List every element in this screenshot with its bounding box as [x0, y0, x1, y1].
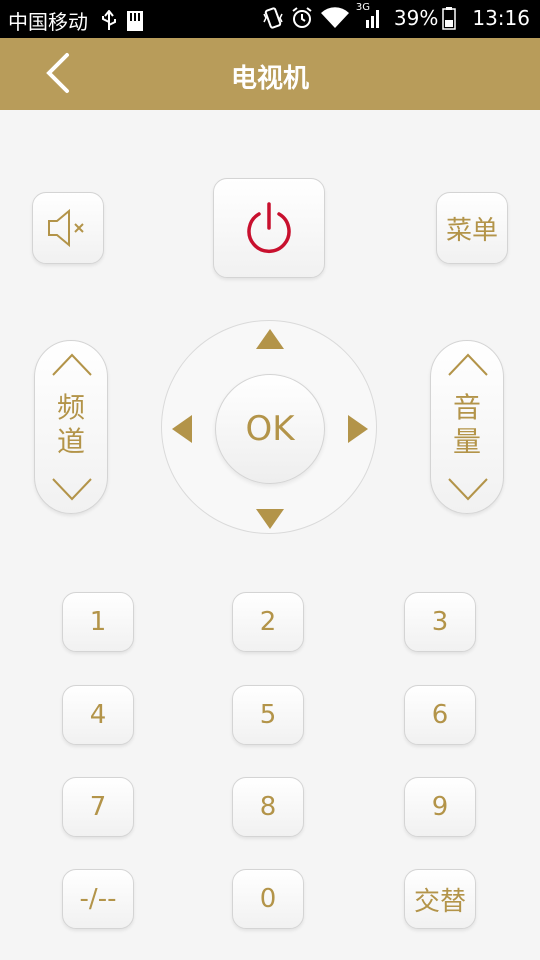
power-button[interactable]: [213, 178, 325, 278]
status-bar: 中国移动 3G 39% 13:16: [0, 0, 540, 38]
signal-icon: 3G: [356, 2, 382, 30]
key-4-button[interactable]: 4: [62, 685, 134, 745]
vibrate-icon: [262, 6, 284, 30]
chevron-down-icon: [52, 478, 92, 501]
chevron-up-icon: [52, 353, 92, 376]
left-button[interactable]: [170, 413, 194, 449]
ok-button[interactable]: OK: [215, 374, 325, 484]
battery-icon: [442, 6, 457, 30]
key-5-button[interactable]: 5: [232, 685, 304, 745]
triangle-left-icon: [172, 415, 192, 443]
channel-down-button[interactable]: [51, 477, 93, 507]
right-button[interactable]: [346, 413, 370, 449]
carrier-name: 中国移动: [8, 10, 88, 34]
volume-up-button[interactable]: [447, 351, 489, 381]
key-1-button[interactable]: 1: [62, 592, 134, 652]
key-0-button[interactable]: 0: [232, 869, 304, 929]
menu-button[interactable]: 菜单: [436, 192, 508, 264]
alarm-icon: [290, 6, 314, 30]
triangle-down-icon: [256, 509, 284, 529]
mute-icon: [48, 208, 84, 248]
page-title: 电视机: [230, 64, 309, 94]
volume-rocker: 音 量: [430, 340, 504, 514]
battery-percent: 39%: [393, 6, 439, 30]
down-button[interactable]: [254, 507, 286, 535]
volume-label: 音 量: [452, 391, 481, 458]
direction-pad: OK: [161, 320, 377, 534]
usb-icon: [100, 9, 118, 32]
wifi-icon: [320, 6, 350, 30]
channel-up-button[interactable]: [51, 351, 93, 381]
clock-time: 13:16: [472, 6, 530, 30]
title-bar: 电视机: [0, 38, 540, 110]
key-7-button[interactable]: 7: [62, 777, 134, 837]
key-3-button[interactable]: 3: [404, 592, 476, 652]
triangle-right-icon: [348, 415, 368, 443]
up-button[interactable]: [254, 327, 286, 355]
chevron-up-icon: [448, 353, 488, 376]
swap-button[interactable]: 交替: [404, 869, 476, 929]
sd-card-icon: [126, 10, 144, 32]
digits-toggle-button[interactable]: -/--: [62, 869, 134, 929]
triangle-up-icon: [256, 329, 284, 349]
key-2-button[interactable]: 2: [232, 592, 304, 652]
mute-button[interactable]: [32, 192, 104, 264]
volume-down-button[interactable]: [447, 477, 489, 507]
key-9-button[interactable]: 9: [404, 777, 476, 837]
key-8-button[interactable]: 8: [232, 777, 304, 837]
chevron-down-icon: [448, 478, 488, 501]
channel-label: 频 道: [56, 391, 85, 458]
key-6-button[interactable]: 6: [404, 685, 476, 745]
power-icon: [247, 202, 291, 253]
channel-rocker: 频 道: [34, 340, 108, 514]
network-badge: 3G: [355, 2, 371, 13]
